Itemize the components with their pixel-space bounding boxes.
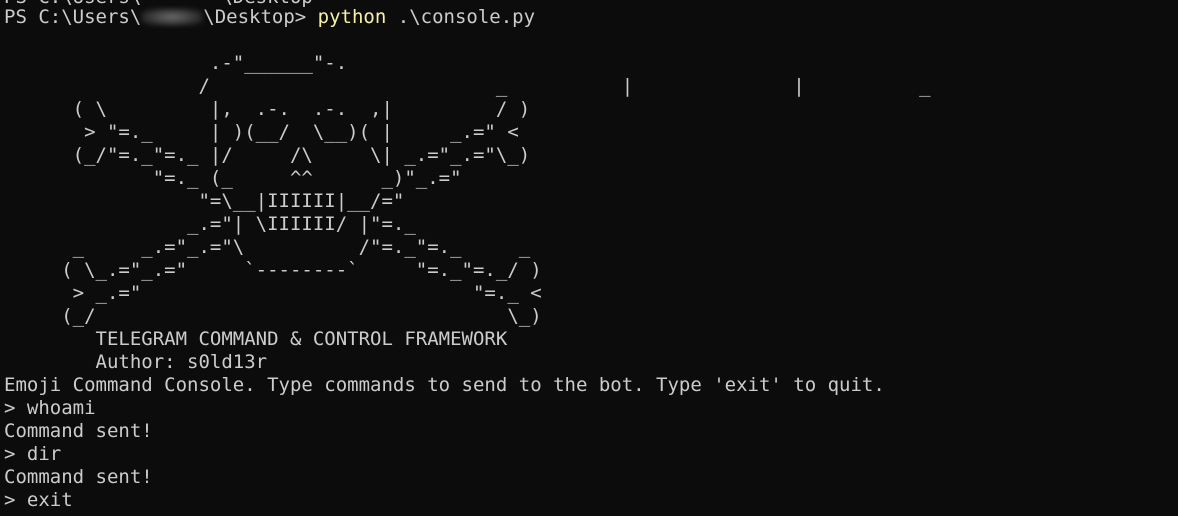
history-input-line: > exit <box>4 489 73 511</box>
terminal-window[interactable]: PS C:\Users\ \Desktop PS C:\Users\\Deskt… <box>0 0 1178 516</box>
history-input-line: > dir <box>4 443 62 465</box>
history-input-line: > whoami <box>4 397 96 419</box>
prompt-suffix: \Desktop> <box>203 6 318 28</box>
ascii-skull-banner: .-"______"-. / _ | | _ ( \ |, .-. .-. ,|… <box>61 52 931 327</box>
prompt-prefix: PS C:\Users\ <box>4 6 142 28</box>
banner-author: Author: s0ld13r <box>4 351 268 373</box>
next-output-line: . . . . . . . . <box>4 510 450 516</box>
history-output-line: Command sent! <box>4 466 153 488</box>
command-keyword: python <box>317 6 387 28</box>
banner-title: TELEGRAM COMMAND & CONTROL FRAMEWORK <box>4 328 508 350</box>
redacted-username <box>141 8 204 26</box>
command-prompt-line: PS C:\Users\ \Desktop> python .\console.p… <box>4 6 535 29</box>
command-argument: .\console.py <box>386 6 536 28</box>
history-output-line: Command sent! <box>4 420 153 442</box>
console-intro-text: Emoji Command Console. Type commands to … <box>4 374 885 396</box>
